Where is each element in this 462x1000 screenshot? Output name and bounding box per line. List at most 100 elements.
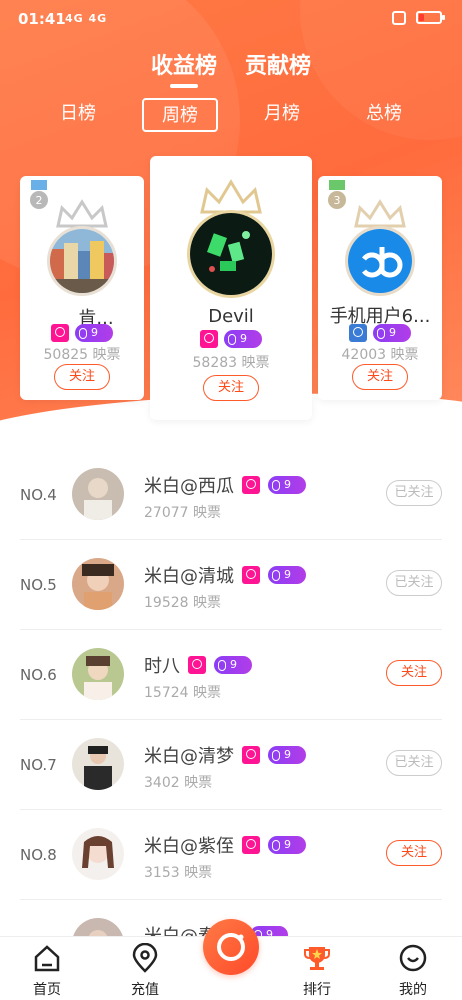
female-icon [188, 656, 206, 674]
camera-icon [217, 933, 245, 961]
user-name: 米白@清梦 [144, 746, 234, 767]
mic-icon [218, 659, 226, 671]
period-weekly[interactable]: 周榜 [142, 98, 218, 132]
lock-icon [392, 11, 406, 25]
tab-label: 我的 [399, 982, 427, 998]
row-name-group: 米白@西瓜 9 [144, 472, 306, 498]
row-name-group: 米白@清城 9 [144, 562, 306, 588]
follow-button[interactable]: 关注 [54, 364, 110, 390]
level-badge: 9 [268, 476, 306, 494]
avatar [47, 226, 117, 296]
user-name: 时八 [144, 656, 180, 677]
level-badge: 9 [268, 566, 306, 584]
period-tabs: 日榜 周榜 月榜 总榜 [0, 98, 462, 134]
rank-number: NO.4 [20, 486, 57, 504]
svg-text:2: 2 [36, 194, 43, 207]
female-icon [242, 746, 260, 764]
followed-button[interactable]: 已关注 [386, 750, 442, 776]
list-item[interactable]: NO.7 米白@清梦 9 3402 映票 已关注 [20, 720, 442, 810]
battery-icon [416, 10, 445, 24]
mic-icon [272, 749, 280, 761]
female-icon [242, 566, 260, 584]
silver-medal-icon: 2 [30, 180, 48, 209]
tickets-count: 15724 映票 [144, 685, 221, 701]
list-item[interactable]: NO.8 米白@紫侄 9 3153 映票 关注 [20, 810, 442, 900]
period-daily[interactable]: 日榜 [40, 98, 116, 132]
smile-icon [399, 944, 427, 972]
podium-card-third[interactable]: 3 手机用户6... 9 42003 映票 关注 [318, 176, 442, 400]
level-badge: 9 [224, 330, 262, 348]
period-monthly[interactable]: 月榜 [244, 98, 320, 132]
female-icon [200, 330, 218, 348]
tickets-count: 19528 映票 [144, 595, 221, 611]
podium-name: Devil [208, 306, 254, 327]
tickets-count: 3153 映票 [144, 865, 213, 881]
followed-button[interactable]: 已关注 [386, 480, 442, 506]
podium-tickets: 50825 映票 [43, 347, 121, 363]
bottom-tab-bar: 首页 充值 排行 我的 [0, 919, 462, 1000]
tab-recharge[interactable]: 充值 [110, 942, 180, 999]
signal-indicator: 4G 4G [65, 12, 108, 25]
followed-button[interactable]: 已关注 [386, 570, 442, 596]
trophy-icon [304, 947, 330, 970]
status-right [392, 9, 445, 25]
list-item[interactable]: NO.4 米白@西瓜 9 27077 映票 已关注 [20, 450, 442, 540]
male-icon [349, 324, 367, 342]
badges: 9 [20, 324, 144, 342]
level-badge: 9 [268, 836, 306, 854]
user-name: 米白@紫侄 [144, 836, 234, 857]
tab-label: 排行 [303, 982, 331, 998]
tab-ranking[interactable]: 排行 [282, 943, 352, 999]
tab-contribution[interactable]: 贡献榜 [245, 48, 311, 88]
list-item[interactable]: NO.6 时八 9 15724 映票 关注 [20, 630, 442, 720]
mic-icon [272, 839, 280, 851]
crown-icon [354, 199, 406, 228]
rank-number: NO.5 [20, 576, 57, 594]
avatar [72, 738, 124, 790]
mic-icon [377, 327, 385, 339]
podium-tickets: 42003 映票 [341, 347, 419, 363]
crown-icon [200, 179, 262, 214]
bronze-medal-icon: 3 [328, 180, 346, 209]
tickets-count: 27077 映票 [144, 505, 221, 521]
row-name-group: 米白@清梦 9 [144, 742, 306, 768]
female-icon [242, 476, 260, 494]
tab-mine[interactable]: 我的 [378, 943, 448, 999]
location-icon [132, 942, 158, 973]
avatar [72, 558, 124, 610]
avatar [72, 828, 124, 880]
tab-label: 首页 [33, 982, 61, 998]
tab-earnings[interactable]: 收益榜 [151, 48, 217, 88]
tab-home[interactable]: 首页 [12, 943, 82, 999]
tab-label: 充值 [131, 982, 159, 998]
status-time: 01:41 [18, 10, 66, 28]
home-icon [34, 945, 60, 972]
row-name-group: 米白@紫侄 9 [144, 832, 306, 858]
podium-card-first[interactable]: Devil 9 58283 映票 关注 [150, 156, 312, 420]
svg-text:3: 3 [334, 194, 341, 207]
level-badge: 9 [214, 656, 252, 674]
row-name-group: 时八 9 [144, 652, 252, 678]
follow-button[interactable]: 关注 [352, 364, 408, 390]
list-item[interactable]: NO.5 米白@清城 9 19528 映票 已关注 [20, 540, 442, 630]
rank-number: NO.7 [20, 756, 57, 774]
badges: 9 [318, 324, 442, 342]
podium-card-second[interactable]: 2 肯... 9 50825 映票 关注 [20, 176, 144, 400]
period-total[interactable]: 总榜 [346, 98, 422, 132]
crown-icon [56, 199, 108, 228]
follow-button[interactable]: 关注 [386, 840, 442, 866]
ranking-type-tabs: 收益榜 贡献榜 [0, 48, 462, 88]
podium-tickets: 58283 映票 [192, 355, 270, 371]
avatar [72, 468, 124, 520]
follow-button[interactable]: 关注 [203, 375, 259, 401]
avatar [187, 210, 275, 298]
avatar [345, 226, 415, 296]
avatar [72, 648, 124, 700]
female-icon [51, 324, 69, 342]
user-name: 米白@清城 [144, 566, 234, 587]
female-icon [242, 836, 260, 854]
follow-button[interactable]: 关注 [386, 660, 442, 686]
tickets-count: 3402 映票 [144, 775, 213, 791]
level-badge: 9 [373, 324, 411, 342]
camera-button[interactable] [203, 919, 259, 975]
